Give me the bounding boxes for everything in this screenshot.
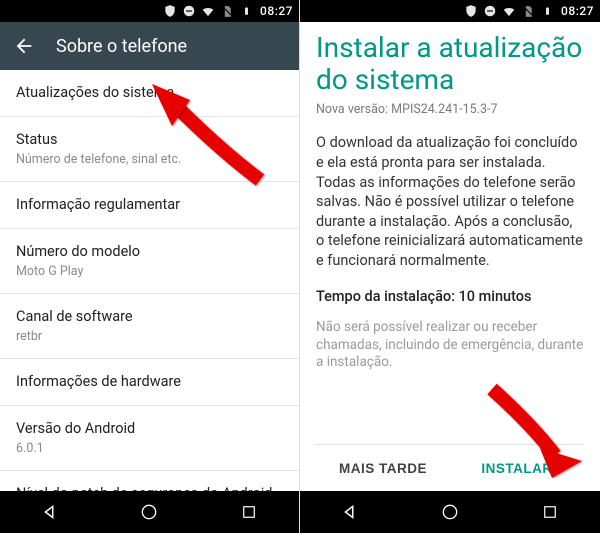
no-sim-icon: [220, 4, 234, 18]
item-status[interactable]: Status Número de telefone, sinal etc.: [0, 117, 299, 182]
item-model-number[interactable]: Número do modelo Moto G Play: [0, 229, 299, 294]
item-android-version[interactable]: Versão do Android 6.0.1: [0, 406, 299, 471]
battery-icon: [239, 4, 253, 18]
nav-bar: [0, 491, 299, 533]
item-label: Informações de hardware: [16, 373, 283, 392]
item-sublabel: retbr: [16, 329, 283, 345]
clock-text: 08:27: [561, 4, 594, 18]
item-label: Versão do Android: [16, 420, 283, 439]
item-sublabel: Número de telefone, sinal etc.: [16, 152, 283, 168]
item-system-updates[interactable]: Atualizações do sistema: [0, 70, 299, 117]
item-software-channel[interactable]: Canal de software retbr: [0, 294, 299, 359]
battery-icon: [540, 4, 554, 18]
item-label: Status: [16, 131, 283, 150]
shield-icon: [464, 4, 478, 18]
status-bar: 08:27: [300, 0, 600, 22]
item-label: Informação regulamentar: [16, 196, 283, 215]
nav-recent-icon[interactable]: [538, 500, 562, 524]
install-time-label: Tempo da instalação: 10 minutos: [316, 288, 584, 305]
item-label: Canal de software: [16, 308, 283, 327]
install-warning: Não será possível realizar ou receber ch…: [316, 319, 584, 372]
install-button[interactable]: INSTALAR: [450, 445, 584, 491]
app-bar-title: Sobre o telefone: [56, 36, 187, 57]
dnd-icon: [182, 4, 196, 18]
settings-list: Atualizações do sistema Status Número de…: [0, 70, 299, 491]
screen-install-update: 08:27 Instalar a atualização do sistema …: [300, 0, 600, 533]
no-sim-icon: [521, 4, 535, 18]
wifi-icon: [502, 4, 516, 18]
item-label: Número do modelo: [16, 243, 283, 262]
update-description: O download da atualização foi concluído …: [316, 133, 584, 270]
nav-back-icon[interactable]: [38, 500, 62, 524]
nav-home-icon[interactable]: [137, 500, 161, 524]
button-row: MAIS TARDE INSTALAR: [316, 444, 584, 491]
dnd-icon: [483, 4, 497, 18]
nav-recent-icon[interactable]: [237, 500, 261, 524]
later-button[interactable]: MAIS TARDE: [316, 445, 450, 491]
wifi-icon: [201, 4, 215, 18]
item-security-patch[interactable]: Nível do patch de segurança do Android 1…: [0, 471, 299, 491]
nav-bar: [300, 491, 600, 533]
item-label: Atualizações do sistema: [16, 84, 283, 103]
page-title: Instalar a atualização do sistema: [316, 32, 584, 96]
item-sublabel: 6.0.1: [16, 441, 283, 457]
screen-about-phone: 08:27 Sobre o telefone Atualizações do s…: [0, 0, 300, 533]
update-content: Instalar a atualização do sistema Nova v…: [300, 22, 600, 491]
item-hardware-info[interactable]: Informações de hardware: [0, 359, 299, 406]
clock-text: 08:27: [260, 4, 293, 18]
back-icon[interactable]: [12, 34, 36, 58]
nav-back-icon[interactable]: [338, 500, 362, 524]
shield-icon: [163, 4, 177, 18]
status-bar: 08:27: [0, 0, 299, 22]
app-bar: Sobre o telefone: [0, 22, 299, 70]
item-sublabel: Moto G Play: [16, 264, 283, 280]
item-regulatory-info[interactable]: Informação regulamentar: [0, 182, 299, 229]
version-label: Nova versão: MPIS24.241-15.3-7: [316, 102, 584, 117]
nav-home-icon[interactable]: [438, 500, 462, 524]
